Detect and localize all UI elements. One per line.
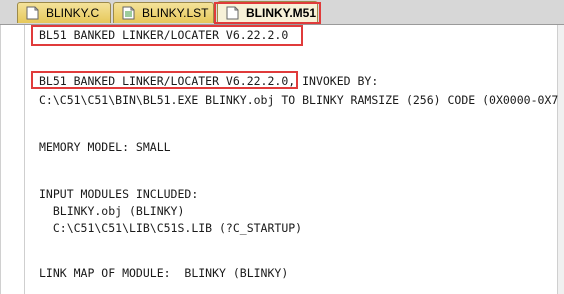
tab-blinky-m51[interactable]: BLINKY.M51 bbox=[217, 1, 318, 24]
vertical-scrollbar[interactable] bbox=[557, 25, 564, 294]
tab-label: BLINKY.M51 bbox=[246, 6, 317, 20]
m51-file-icon bbox=[226, 6, 239, 20]
tab-label: BLINKY.LST bbox=[142, 6, 209, 20]
editor-pane[interactable] bbox=[0, 25, 559, 294]
code-line: BL51 BANKED LINKER/LOCATER V6.22.2.0 bbox=[39, 28, 289, 42]
code-line: BLINKY.obj (BLINKY) bbox=[39, 204, 185, 218]
c-file-icon bbox=[26, 6, 39, 20]
code-line: BL51 BANKED LINKER/LOCATER V6.22.2.0, IN… bbox=[39, 74, 379, 88]
tab-label: BLINKY.C bbox=[46, 6, 100, 20]
lst-file-icon bbox=[122, 6, 135, 20]
code-line: MEMORY MODEL: SMALL bbox=[39, 140, 171, 154]
tab-blinky-lst[interactable]: BLINKY.LST bbox=[113, 2, 214, 23]
code-line: C:\C51\C51\LIB\C51S.LIB (?C_STARTUP) bbox=[39, 221, 303, 235]
editor-gutter-line bbox=[24, 25, 25, 294]
code-line: LINK MAP OF MODULE: BLINKY (BLINKY) bbox=[39, 266, 289, 280]
code-line: INPUT MODULES INCLUDED: bbox=[39, 187, 199, 201]
code-line: C:\C51\C51\BIN\BL51.EXE BLINKY.obj TO BL… bbox=[39, 93, 559, 107]
tab-bar: BLINKY.C BLINKY.LST BLINKY.M51 bbox=[0, 0, 564, 25]
tab-blinky-c[interactable]: BLINKY.C bbox=[17, 2, 111, 23]
